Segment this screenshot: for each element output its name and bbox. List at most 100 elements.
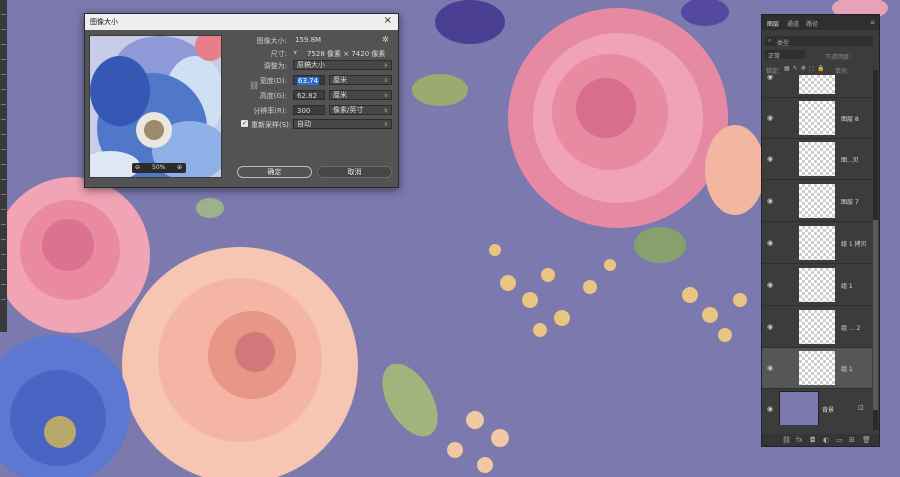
layer-row[interactable]: ◉ 图层 7 — [762, 181, 872, 222]
chevron-down-icon: ∨ — [383, 62, 388, 69]
panel-menu-icon[interactable]: ≡ — [870, 19, 875, 26]
dimensions-value: 7528 像素 × 7420 像素 — [307, 50, 386, 58]
visibility-eye-icon[interactable]: ◉ — [767, 323, 773, 331]
fit-to-select[interactable]: 原稿大小 ∨ — [293, 60, 392, 70]
tab-paths[interactable]: 路径 — [806, 19, 818, 28]
image-size-dialog: 图像大小 × ⊖ 50% ⊕ 图像大小: 159.8M ✲ 尺寸: ∨ 7528… — [84, 13, 399, 188]
lock-icon: ⊡ — [858, 404, 864, 412]
layer-name: 图...贝 — [841, 157, 859, 164]
new-layer-icon[interactable]: ⊞ — [849, 436, 855, 444]
layer-thumbnail — [799, 310, 835, 344]
layer-name: 图层 8 — [841, 116, 859, 123]
layer-thumbnail — [799, 75, 835, 94]
adjustment-icon[interactable]: ◐ — [823, 436, 829, 444]
height-unit-select[interactable]: 厘米 ∨ — [329, 90, 392, 100]
width-input[interactable]: 63.74 — [293, 75, 325, 85]
layer-thumbnail — [799, 351, 835, 385]
layer-name: 组 1 — [841, 283, 853, 290]
layer-row[interactable]: ◉ — [762, 75, 872, 98]
chevron-down-icon: ∨ — [383, 107, 388, 114]
dialog-titlebar[interactable]: 图像大小 × — [85, 14, 398, 30]
tools-toolbar[interactable] — [0, 0, 7, 332]
visibility-eye-icon[interactable]: ◉ — [767, 114, 773, 122]
layer-thumbnail — [799, 101, 835, 135]
layer-row[interactable]: ◉ 图...贝 — [762, 139, 872, 180]
opacity-label: 不透明度: — [825, 54, 852, 61]
width-unit-value: 厘米 — [333, 76, 347, 84]
preview-image — [90, 36, 221, 177]
layer-row[interactable]: ◉ 组 ... 2 — [762, 307, 872, 348]
background-thumbnail — [779, 391, 819, 425]
width-label: 宽度(D): — [259, 77, 287, 85]
chevron-down-icon: ∨ — [383, 77, 388, 84]
width-value: 63.74 — [297, 77, 320, 85]
trash-icon[interactable]: 🗑 — [862, 436, 871, 444]
fill-label: 填充: — [835, 68, 850, 75]
layers-scrollbar[interactable] — [873, 70, 878, 430]
chevron-down-icon[interactable]: ∨ — [293, 49, 297, 56]
layer-name: 组 1 — [841, 366, 853, 373]
layers-panel: 图层 通道 路径 ≡ ⌕ 类型 正常 不透明度: 锁定: ▦✎✥⬚🔒 填充: ◉… — [761, 14, 880, 447]
visibility-eye-icon[interactable]: ◉ — [767, 364, 773, 372]
resolution-unit-select[interactable]: 像素/英寸 ∨ — [329, 105, 392, 115]
layer-name: 组 ... 2 — [841, 325, 861, 332]
gear-icon[interactable]: ✲ — [382, 35, 389, 44]
layer-thumbnail — [799, 268, 835, 302]
layer-row-active[interactable]: ◉ 组 1 — [762, 348, 872, 389]
layer-row[interactable]: ◉ 背景 ⊡ — [762, 389, 872, 425]
image-size-label: 图像大小: — [256, 37, 287, 45]
visibility-eye-icon[interactable]: ◉ — [767, 405, 773, 413]
filter-kind-label: 类型 — [777, 40, 790, 47]
cancel-button[interactable]: 取消 — [317, 166, 392, 178]
ok-button[interactable]: 确定 — [237, 166, 312, 178]
height-label: 高度(G): — [259, 92, 287, 100]
layer-row[interactable]: ◉ 组 1 — [762, 265, 872, 306]
dimensions-label: 尺寸: — [270, 50, 287, 58]
tab-channels[interactable]: 通道 — [787, 19, 799, 28]
layer-row[interactable]: ◉ 组 1 拷贝 — [762, 223, 872, 264]
blend-mode-select[interactable]: 正常 — [765, 50, 805, 60]
layer-thumbnail — [799, 142, 835, 176]
layers-footer: ⛓ fx ◘ ◐ ▭ ⊞ 🗑 — [762, 434, 879, 446]
layer-thumbnail — [799, 184, 835, 218]
fx-icon[interactable]: fx — [796, 436, 803, 444]
resolution-label: 分辨率(R): — [253, 107, 287, 115]
visibility-eye-icon[interactable]: ◉ — [767, 197, 773, 205]
visibility-eye-icon[interactable]: ◉ — [767, 239, 773, 247]
width-unit-select[interactable]: 厘米 ∨ — [329, 75, 392, 85]
zoom-out-icon[interactable]: ⊖ — [135, 164, 140, 171]
tab-layers[interactable]: 图层 — [767, 19, 779, 28]
lock-label: 锁定: — [766, 68, 781, 75]
resample-select[interactable]: 自动 ∨ — [293, 119, 392, 129]
preview-zoom-bar: ⊖ 50% ⊕ — [132, 163, 186, 173]
resample-value: 自动 — [297, 120, 311, 128]
resolution-value: 300 — [297, 107, 311, 115]
mask-icon[interactable]: ◘ — [810, 436, 816, 444]
link-icon[interactable]: ⛓ — [782, 436, 791, 444]
resolution-input[interactable]: 300 — [293, 105, 325, 115]
layer-thumbnail — [799, 226, 835, 260]
image-preview[interactable]: ⊖ 50% ⊕ — [89, 35, 222, 178]
layer-name: 背景 — [822, 407, 835, 414]
layer-name: 图层 7 — [841, 199, 859, 206]
image-size-value: 159.8M — [295, 36, 322, 44]
close-icon[interactable]: × — [384, 15, 392, 26]
visibility-eye-icon[interactable]: ◉ — [767, 155, 773, 163]
filter-search-icon: ⌕ — [768, 37, 772, 44]
resample-label: 重新采样(S): — [251, 121, 292, 129]
layer-row[interactable]: ◉ 图层 8 — [762, 98, 872, 139]
blend-mode-value: 正常 — [768, 53, 781, 60]
resample-checkbox[interactable]: ✓ — [241, 120, 248, 127]
layer-filter-bar[interactable]: ⌕ 类型 — [765, 36, 873, 47]
visibility-eye-icon[interactable]: ◉ — [767, 75, 773, 81]
height-input[interactable]: 62.82 — [293, 90, 325, 100]
resolution-unit-value: 像素/英寸 — [333, 106, 364, 114]
fit-to-value: 原稿大小 — [297, 61, 325, 69]
folder-icon[interactable]: ▭ — [836, 436, 843, 444]
scrollbar-thumb[interactable] — [873, 220, 878, 410]
zoom-in-icon[interactable]: ⊕ — [177, 164, 182, 171]
lock-icons[interactable]: ▦✎✥⬚🔒 — [784, 65, 828, 72]
chevron-down-icon: ∨ — [383, 121, 388, 128]
height-value: 62.82 — [297, 92, 318, 100]
visibility-eye-icon[interactable]: ◉ — [767, 281, 773, 289]
